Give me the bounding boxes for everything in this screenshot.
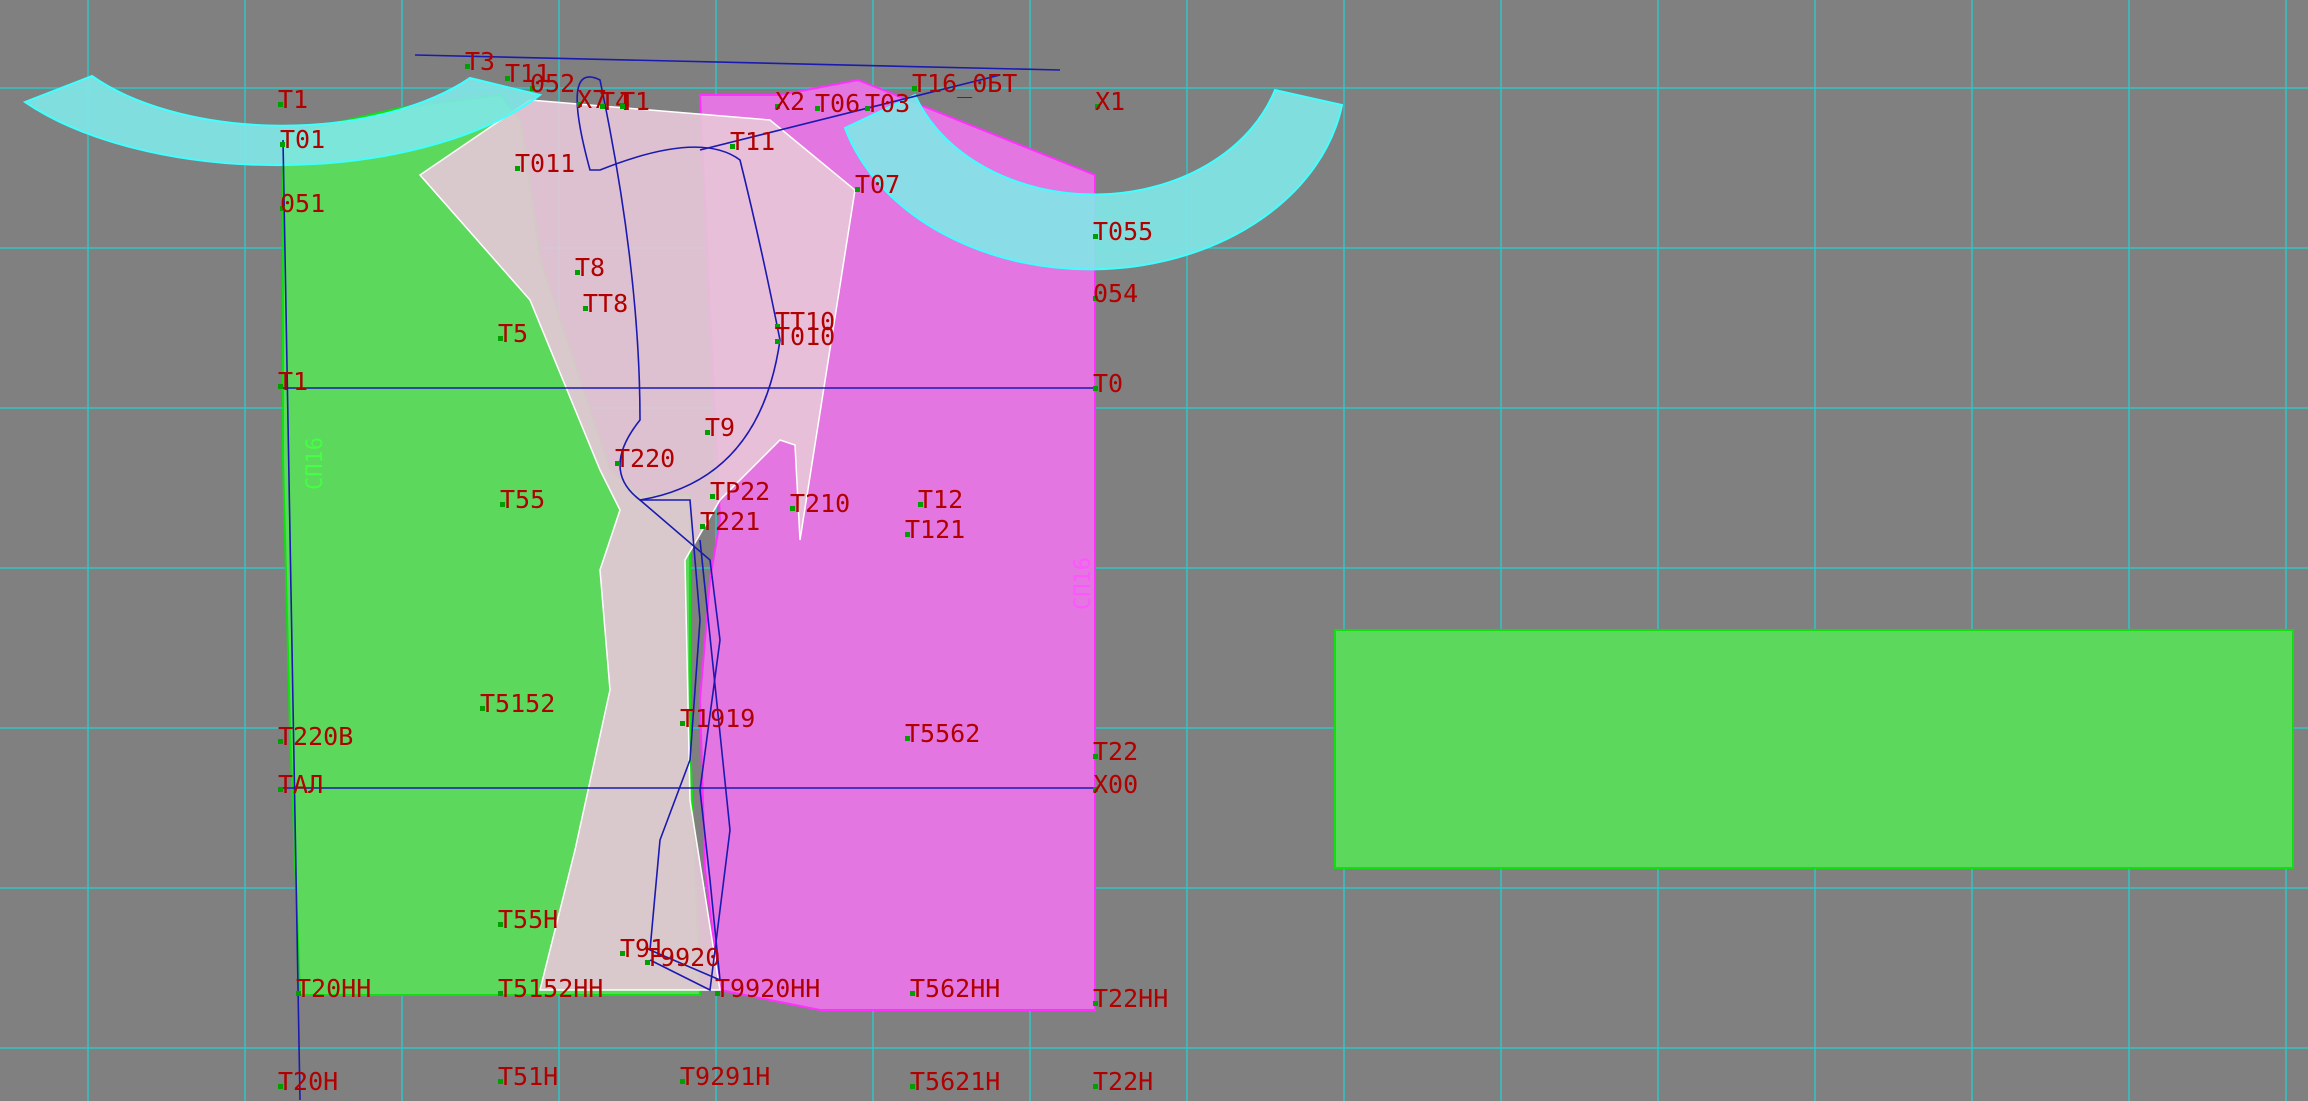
point-label: Т055 (1093, 217, 1153, 246)
point-label: Т22НН (1093, 984, 1168, 1013)
point-label: Т8 (575, 253, 605, 282)
point-label: Т1 (278, 85, 308, 114)
point-label: Т51Н (498, 1062, 558, 1091)
point-label: Т5621Н (910, 1067, 1000, 1096)
point-label: Т210 (790, 489, 850, 518)
point-label: Х00 (1093, 770, 1138, 799)
point-label: Т1919 (680, 704, 755, 733)
point-label: Т9291Н (680, 1062, 770, 1091)
point-label: Т22 (1093, 737, 1138, 766)
waistband-pattern-piece[interactable] (1334, 629, 2294, 869)
point-label: Т22Н (1093, 1067, 1153, 1096)
point-label: Т220 (615, 444, 675, 473)
point-label: Т9920 (645, 943, 720, 972)
point-label: Т221 (700, 507, 760, 536)
point-label: Т010 (775, 322, 835, 351)
point-label: Т562НН (910, 974, 1000, 1003)
seam-label: СП16 (303, 437, 328, 490)
point-label: Т121 (905, 515, 965, 544)
point-label: Т12 (918, 485, 963, 514)
point-label: Т01 (280, 125, 325, 154)
point-label: Т20НН (296, 974, 371, 1003)
point-label: Т06 (815, 89, 860, 118)
point-label: 054 (1093, 279, 1138, 308)
point-label: Т011 (515, 149, 575, 178)
point-label: ТР22 (710, 477, 770, 506)
point-label: Т220В (278, 722, 353, 751)
point-label: 051 (280, 189, 325, 218)
point-label: Т9920НН (715, 974, 820, 1003)
point-label: Т1 (278, 367, 308, 396)
point-label: ТТ8 (583, 289, 628, 318)
point-label: Т3 (465, 47, 495, 76)
pattern-drawing-canvas[interactable]: СП16СП16 Т1Т01051Т3 Т11052Х7Т4Т1 Х2 Т06 Т03Т… (0, 0, 2308, 1101)
point-label: Т55 (500, 485, 545, 514)
point-label: Х1 (1095, 87, 1125, 116)
point-label: Т9 (705, 413, 735, 442)
point-label: Т11 (730, 127, 775, 156)
point-label: Т5152 (480, 689, 555, 718)
point-label: 052 (530, 69, 575, 98)
fabric-texture (283, 80, 1095, 1010)
point-label: Т5152НН (498, 974, 603, 1003)
point-label: Т5 (498, 319, 528, 348)
point-label: Т07 (855, 170, 900, 199)
point-label: Т20Н (278, 1067, 338, 1096)
point-label: Т16_0БТ (912, 69, 1017, 98)
point-label: Т0 (1093, 369, 1123, 398)
point-label: Т5562 (905, 719, 980, 748)
point-label: Т1 (620, 87, 650, 116)
point-label: ТАЛ (278, 770, 323, 799)
seam-label: СП16 (1071, 557, 1096, 610)
point-label: Х2 (775, 87, 805, 116)
point-label: Т03 (865, 89, 910, 118)
point-label: Т55Н (498, 905, 558, 934)
